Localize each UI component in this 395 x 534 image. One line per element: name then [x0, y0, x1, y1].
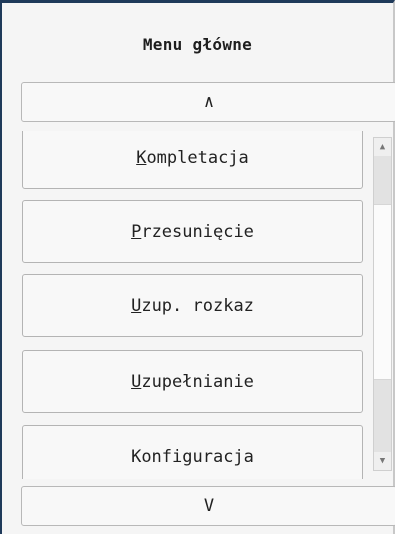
scroll-up-label: ∧	[203, 92, 215, 112]
scrollbar-track[interactable]	[374, 156, 391, 204]
menu-item-mnemonic: K	[136, 147, 147, 168]
menu-item-label: zupełnianie	[141, 371, 254, 392]
scrollbar-track[interactable]	[374, 380, 391, 452]
menu-scrollbar[interactable]: ▲ ▼	[373, 137, 392, 471]
scroll-up-button[interactable]: ∧	[21, 82, 395, 122]
menu-item-label: zup. rozkaz	[141, 295, 254, 316]
scroll-down-label: V	[203, 496, 215, 516]
scrollbar-thumb[interactable]	[374, 204, 391, 380]
menu-list: Kompletacja Przesunięcie Uzup. rozkaz Uz…	[2, 131, 395, 479]
triangle-up-icon[interactable]: ▲	[374, 138, 391, 156]
main-menu-window: Menu główne ∧ Kompletacja Przesunięcie U…	[0, 0, 395, 534]
menu-item-mnemonic: P	[131, 221, 142, 242]
menu-item-label: rzesunięcie	[141, 221, 254, 242]
menu-item-kompletacja[interactable]: Kompletacja	[22, 131, 363, 189]
menu-item-uzupelnianie[interactable]: Uzupełnianie	[22, 350, 363, 413]
menu-item-label: Konfiguracja	[131, 446, 254, 467]
menu-item-label: ompletacja	[146, 147, 249, 168]
menu-item-uzup-rozkaz[interactable]: Uzup. rozkaz	[22, 274, 363, 337]
page-title: Menu główne	[142, 35, 253, 54]
menu-item-mnemonic: U	[131, 295, 142, 316]
menu-item-mnemonic: U	[131, 371, 142, 392]
scroll-down-button[interactable]: V	[21, 486, 395, 526]
triangle-down-icon[interactable]: ▼	[374, 452, 391, 470]
menu-item-konfiguracja[interactable]: Konfiguracja	[22, 425, 363, 479]
menu-item-przesuniecie[interactable]: Przesunięcie	[22, 200, 363, 263]
